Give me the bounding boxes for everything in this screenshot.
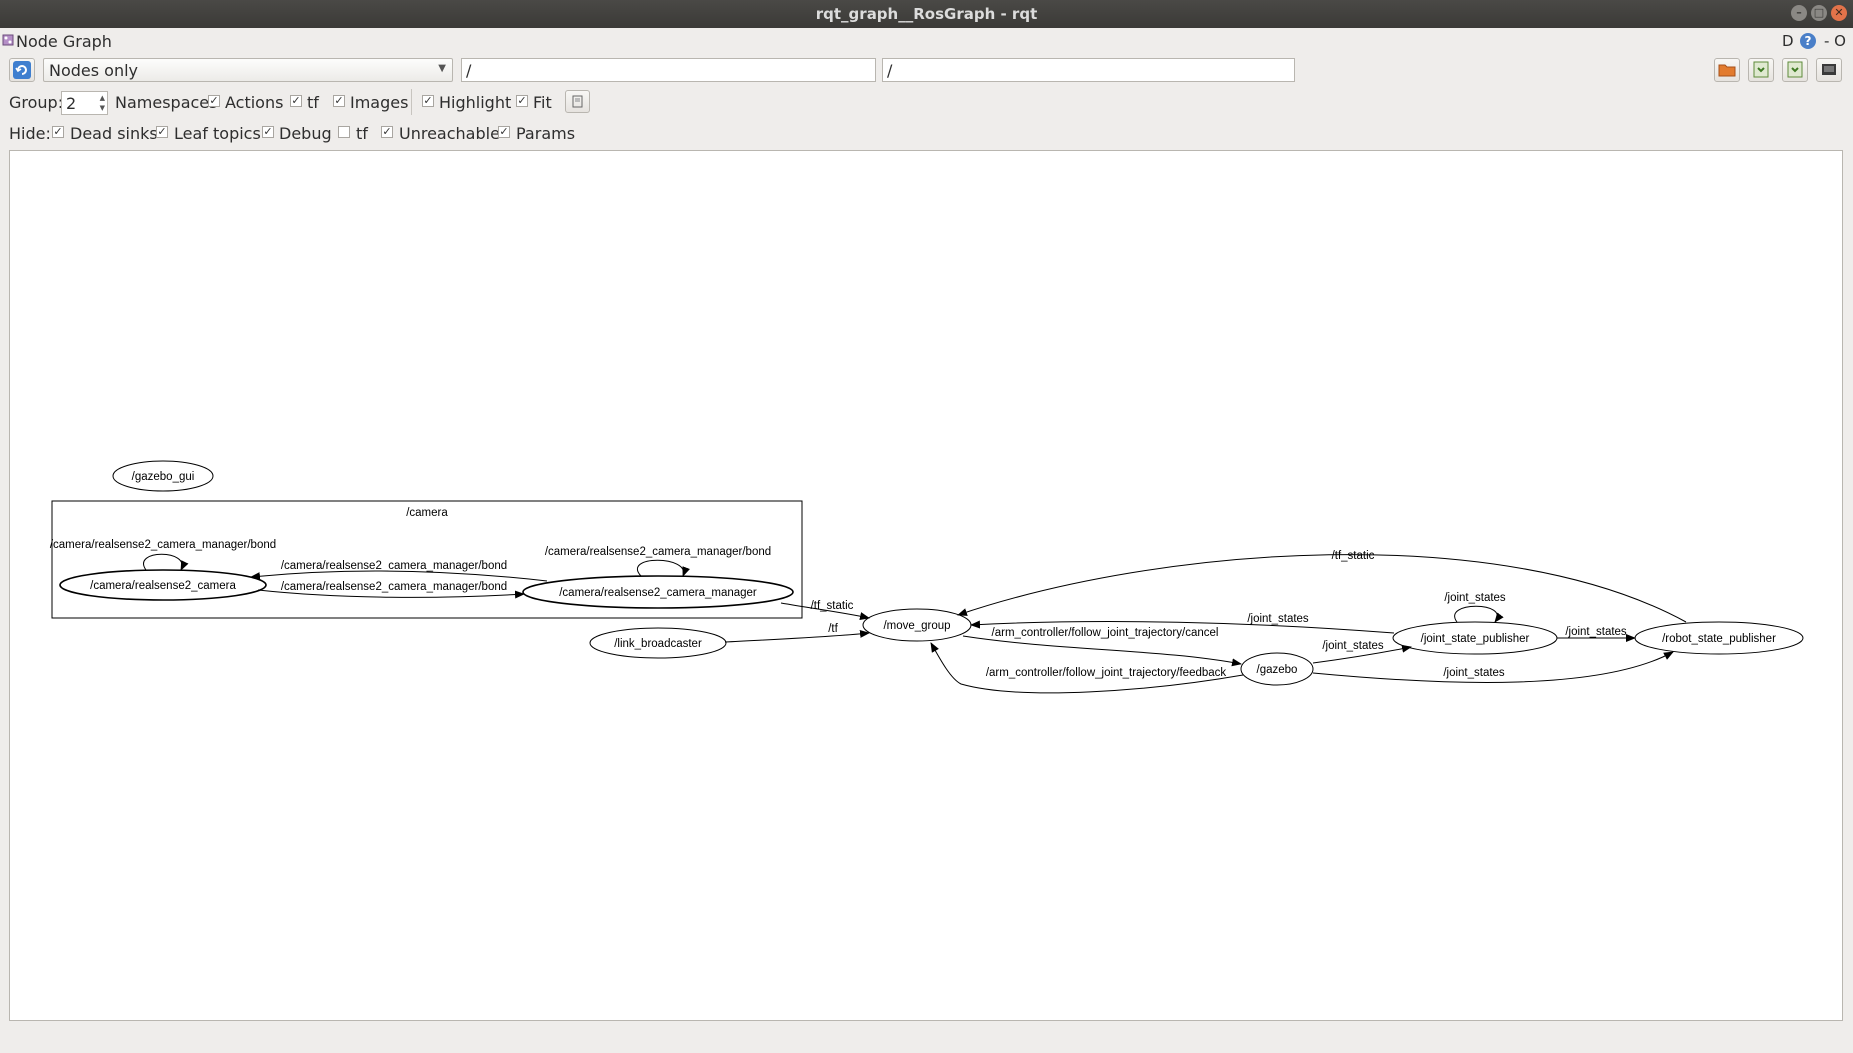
options-separator [411, 89, 412, 115]
edge-tf-link-label: /tf [828, 623, 838, 635]
folder-icon [1718, 64, 1736, 77]
edge-tf-static-rsp-label: /tf_static [1332, 550, 1375, 562]
hide-unreachable-label: Unreachable [399, 124, 500, 143]
edge-joint-states-jsp-rsp-label: /joint_states [1565, 626, 1627, 638]
help-icon[interactable]: ? [1800, 33, 1816, 49]
spin-up-icon[interactable]: ▲ [100, 94, 105, 102]
topic-filter-value: / [887, 61, 893, 80]
window-title: rqt_graph__RosGraph - rqt [815, 5, 1038, 23]
window-titlebar: rqt_graph__RosGraph - rqt – □ ✕ [0, 0, 1853, 28]
images-checkbox[interactable]: ✓ [333, 95, 345, 107]
node-realsense2-camera-manager-label: /camera/realsense2_camera_manager [559, 587, 757, 599]
maximize-icon[interactable]: □ [1811, 5, 1827, 21]
group-value: 2 [66, 94, 77, 113]
edge-bond-to-camera[interactable] [250, 570, 548, 582]
edge-bond-self-camera-label: /camera/realsense2_camera_manager/bond [50, 539, 276, 551]
save-dot-icon [1753, 61, 1769, 78]
graph-canvas[interactable]: /camera /gazebo_gui /camera/realsense2_c… [9, 150, 1843, 1021]
namespaces-label: Namespaces [115, 93, 218, 112]
node-robot-state-publisher-label: /robot_state_publisher [1662, 633, 1776, 645]
tf-checkbox[interactable]: ✓ [290, 95, 302, 107]
edge-joint-states-gazebo-rsp-label: /joint_states [1443, 667, 1505, 679]
graph-mode-select[interactable]: Nodes only ▼ [43, 58, 453, 82]
cluster-label: /camera [406, 507, 448, 519]
hide-dead-sinks-label: Dead sinks [70, 124, 158, 143]
minimize-icon[interactable]: – [1791, 5, 1807, 21]
edge-cancel-label: /arm_controller/follow_joint_trajectory/… [992, 627, 1219, 639]
highlight-checkbox[interactable]: ✓ [422, 95, 434, 107]
hide-leaf-topics-label: Leaf topics [174, 124, 261, 143]
edge-joint-states-jsp-self[interactable] [1454, 605, 1504, 623]
fit-checkbox[interactable]: ✓ [516, 95, 528, 107]
hide-leaf-topics-checkbox[interactable]: ✓ [156, 126, 168, 138]
refresh-icon [13, 61, 31, 79]
node-gazebo-label: /gazebo [1257, 664, 1298, 676]
load-dot-button[interactable] [1714, 58, 1740, 82]
images-label: Images [350, 93, 409, 112]
node-realsense2-camera-label: /camera/realsense2_camera [90, 580, 236, 592]
edge-joint-states-jsp-self-label: /joint_states [1444, 592, 1506, 604]
fit-in-view-button[interactable] [565, 90, 590, 113]
hide-tf-checkbox[interactable] [338, 126, 350, 138]
save-image-icon [1822, 64, 1836, 75]
edge-tf-static-manager-label: /tf_static [811, 600, 854, 612]
group-label: Group: [9, 93, 64, 112]
node-move-group-label: /move_group [883, 620, 950, 632]
node-gazebo-gui-label: /gazebo_gui [132, 471, 195, 483]
hide-debug-label: Debug [279, 124, 332, 143]
edge-bond-self-manager-label: /camera/realsense2_camera_manager/bond [545, 546, 771, 558]
node-filter-value: / [466, 61, 472, 80]
edge-joint-states-gazebo-jsp-label: /joint_states [1322, 640, 1384, 652]
save-dot-button[interactable] [1748, 58, 1774, 82]
actions-checkbox[interactable]: ✓ [208, 95, 220, 107]
group-spinbox[interactable]: 2 ▲ ▼ [61, 91, 108, 115]
ros-graph[interactable]: /camera /gazebo_gui /camera/realsense2_c… [10, 151, 1842, 1020]
plugin-window-controls[interactable]: - O [1824, 32, 1846, 50]
node-joint-state-publisher-label: /joint_state_publisher [1421, 633, 1530, 645]
fit-label: Fit [533, 93, 552, 112]
save-image-button[interactable] [1816, 58, 1842, 82]
hide-params-checkbox[interactable]: ✓ [498, 126, 510, 138]
edge-bond-to-manager-label: /camera/realsense2_camera_manager/bond [281, 581, 507, 593]
edge-bond-to-camera-label: /camera/realsense2_camera_manager/bond [281, 560, 507, 572]
hide-debug-checkbox[interactable]: ✓ [262, 126, 274, 138]
tf-label: tf [307, 93, 319, 112]
edge-bond-self-manager[interactable] [637, 559, 690, 577]
spin-down-icon[interactable]: ▼ [100, 104, 105, 112]
node-link-broadcaster-label: /link_broadcaster [614, 638, 702, 650]
plugin-icon [2, 34, 14, 46]
actions-label: Actions [225, 93, 284, 112]
edge-bond-self-camera[interactable] [143, 553, 189, 571]
hide-label: Hide: [9, 124, 51, 143]
hide-dead-sinks-checkbox[interactable]: ✓ [52, 126, 64, 138]
edge-feedback-label: /arm_controller/follow_joint_trajectory/… [986, 667, 1227, 679]
edge-tf-static-rsp[interactable] [957, 554, 1687, 623]
plugin-title: Node Graph [16, 32, 112, 51]
close-icon[interactable]: ✕ [1831, 5, 1847, 21]
plugin-dock-flag[interactable]: D [1782, 32, 1794, 50]
chevron-down-icon: ▼ [438, 63, 446, 74]
hide-tf-label: tf [356, 124, 368, 143]
fit-view-icon [572, 95, 583, 108]
hide-unreachable-checkbox[interactable]: ✓ [381, 126, 393, 138]
save-svg-button[interactable] [1782, 58, 1808, 82]
edge-tf-link[interactable] [724, 629, 870, 643]
save-svg-icon [1787, 61, 1803, 78]
highlight-label: Highlight [439, 93, 512, 112]
edge-cancel[interactable] [962, 635, 1242, 667]
hide-params-label: Params [516, 124, 576, 143]
topic-filter-input[interactable]: / [882, 58, 1295, 82]
edge-joint-states-jsp-mg-label: /joint_states [1247, 613, 1309, 625]
graph-mode-value: Nodes only [49, 61, 139, 80]
node-filter-input[interactable]: / [461, 58, 876, 82]
refresh-button[interactable] [9, 58, 35, 82]
